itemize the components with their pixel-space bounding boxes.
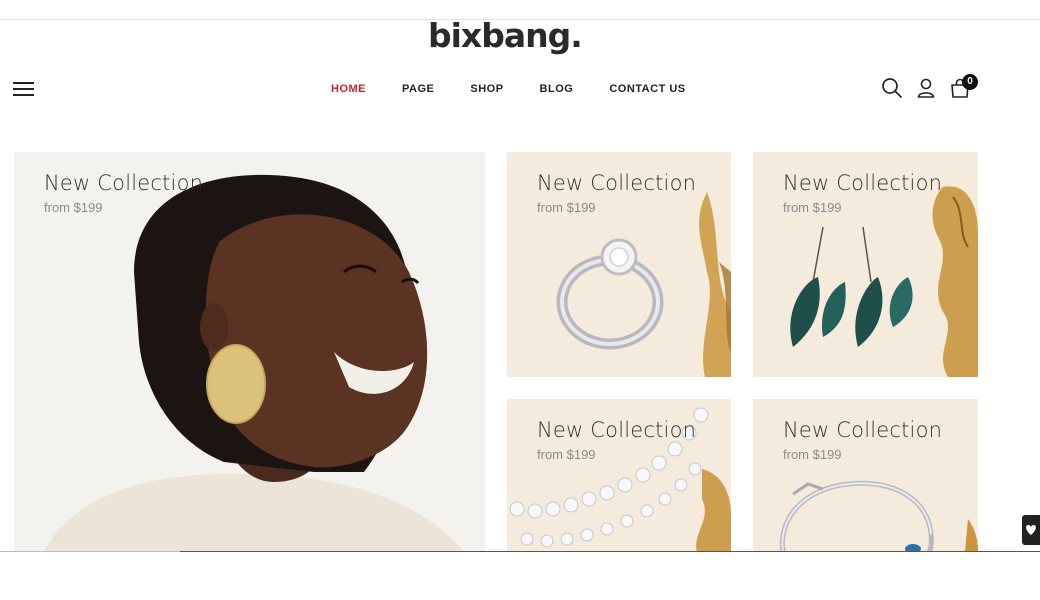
banner-title: New Collection xyxy=(783,418,943,442)
banner-bracelet[interactable]: New Collection from $199 xyxy=(753,399,978,552)
nav-item-blog[interactable]: BLOG xyxy=(540,82,574,96)
page-bottom xyxy=(0,551,1040,600)
nav-item-contact[interactable]: CONTACT US xyxy=(609,82,685,96)
user-icon[interactable] xyxy=(915,77,937,99)
banner-price: from $199 xyxy=(783,200,842,215)
banner-title: New Collection xyxy=(537,418,697,442)
heart-icon xyxy=(1026,525,1036,535)
banner-title: New Collection xyxy=(783,171,943,195)
banner-price: from $199 xyxy=(783,447,842,462)
divider xyxy=(180,551,1040,552)
nav-item-shop[interactable]: SHOP xyxy=(470,82,503,96)
search-icon[interactable] xyxy=(881,77,903,99)
banner-title: New Collection xyxy=(44,171,204,195)
banner-necklace[interactable]: New Collection from $199 xyxy=(507,399,731,552)
cart-count-badge: 0 xyxy=(962,74,978,90)
nav-item-home[interactable]: HOME xyxy=(331,82,366,96)
banner-price: from $199 xyxy=(537,200,596,215)
banner-woman[interactable]: New Collection from $199 xyxy=(14,152,485,552)
banner-earrings[interactable]: New Collection from $199 xyxy=(753,152,978,377)
banner-price: from $199 xyxy=(537,447,596,462)
banner-title: New Collection xyxy=(537,171,697,195)
banner-ring[interactable]: New Collection from $199 xyxy=(507,152,731,377)
nav-item-page[interactable]: PAGE xyxy=(402,82,434,96)
banner-price: from $199 xyxy=(44,200,103,215)
hamburger-menu-icon[interactable] xyxy=(13,80,35,98)
wishlist-side-tab[interactable] xyxy=(1022,515,1040,545)
brand-logo[interactable]: bixbang. xyxy=(428,16,583,56)
main-navigation: HOME PAGE SHOP BLOG CONTACT US xyxy=(330,82,686,96)
